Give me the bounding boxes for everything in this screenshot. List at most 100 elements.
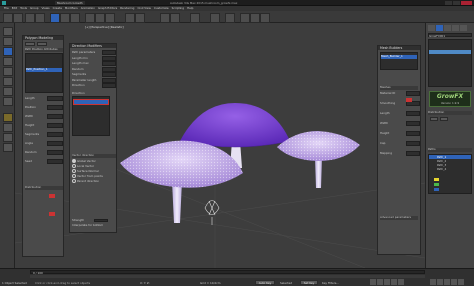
direction-option[interactable]: Global Vector bbox=[72, 159, 116, 163]
minimize-button[interactable] bbox=[445, 1, 452, 5]
create-tool-icon[interactable] bbox=[3, 47, 13, 56]
param-field[interactable] bbox=[47, 114, 63, 119]
param-field[interactable] bbox=[47, 123, 63, 128]
selected-dropdown[interactable]: Selected bbox=[280, 281, 292, 285]
color-swatch-green[interactable] bbox=[434, 183, 439, 186]
param-field[interactable] bbox=[47, 150, 63, 155]
key-filters-button[interactable]: Key Filters... bbox=[322, 281, 339, 285]
strength-field[interactable] bbox=[94, 219, 108, 222]
modifier-param-field[interactable] bbox=[102, 72, 116, 77]
vector-direction-section[interactable]: Vector direction bbox=[72, 154, 116, 158]
param-field[interactable] bbox=[47, 96, 63, 101]
interpolate-checkbox[interactable]: Interpolate for bottom bbox=[72, 224, 116, 228]
mirror-icon[interactable] bbox=[160, 13, 170, 23]
light-tool-icon[interactable] bbox=[3, 113, 13, 122]
radio-icon[interactable] bbox=[72, 159, 76, 163]
section-path-position[interactable]: Path Position Attributes bbox=[25, 48, 63, 52]
track-bar[interactable] bbox=[30, 275, 425, 278]
mesh-param-field[interactable] bbox=[406, 141, 420, 146]
rotate-icon[interactable] bbox=[95, 13, 105, 23]
snap-icon[interactable] bbox=[125, 13, 135, 23]
color-swatch-blue[interactable] bbox=[434, 188, 439, 191]
meshes-section[interactable]: Meshes bbox=[380, 86, 418, 90]
mesh-param-field[interactable] bbox=[406, 91, 420, 96]
create-tab-icon[interactable] bbox=[428, 25, 435, 31]
direction-list[interactable] bbox=[72, 96, 110, 136]
coordinate-readout[interactable]: X: Y: Z: bbox=[140, 281, 150, 285]
left-panel-add-button[interactable] bbox=[25, 42, 35, 46]
object-name-field[interactable]: GrowFX001 bbox=[428, 33, 472, 38]
paths-section[interactable]: Paths bbox=[428, 148, 472, 152]
time-slider[interactable]: 0 / 100 bbox=[30, 270, 425, 275]
unlink-icon[interactable] bbox=[35, 13, 45, 23]
next-frame-icon[interactable] bbox=[391, 279, 397, 285]
param-field[interactable] bbox=[47, 132, 63, 137]
display-tab-icon[interactable] bbox=[460, 25, 467, 31]
modifier-param-field[interactable] bbox=[102, 66, 116, 72]
material-editor-icon[interactable] bbox=[225, 13, 235, 23]
path-list-selected-item[interactable]: Path_Position_1 bbox=[26, 68, 62, 72]
motion-tool-icon[interactable] bbox=[3, 77, 13, 86]
paint-tool-icon[interactable] bbox=[3, 37, 13, 46]
region-select-icon[interactable] bbox=[70, 13, 80, 23]
orbit-icon[interactable] bbox=[451, 279, 457, 285]
mesh-param-field[interactable] bbox=[406, 121, 420, 126]
render-frame-icon[interactable] bbox=[260, 13, 270, 23]
param-field[interactable] bbox=[47, 105, 63, 110]
modifier-param-field[interactable] bbox=[102, 83, 116, 88]
display-tool-icon[interactable] bbox=[3, 87, 13, 96]
curve-editor-icon[interactable] bbox=[210, 13, 220, 23]
radio-icon[interactable] bbox=[72, 164, 76, 168]
motion-tab-icon[interactable] bbox=[452, 25, 459, 31]
modifier-param-field[interactable] bbox=[102, 55, 116, 61]
link-icon[interactable] bbox=[25, 13, 35, 23]
param-field[interactable] bbox=[47, 159, 63, 164]
move-icon[interactable] bbox=[85, 13, 95, 23]
undo-icon[interactable] bbox=[3, 13, 13, 23]
space-warp-icon[interactable] bbox=[3, 143, 13, 152]
mesh-param-field[interactable] bbox=[406, 111, 420, 116]
prev-frame-icon[interactable] bbox=[377, 279, 383, 285]
mesh-param-field[interactable] bbox=[406, 151, 420, 156]
zoom-icon[interactable] bbox=[430, 279, 436, 285]
modifier-param-field[interactable] bbox=[102, 50, 116, 55]
select-icon[interactable] bbox=[50, 13, 60, 23]
select-tool-icon[interactable] bbox=[3, 27, 13, 36]
utilities-tool-icon[interactable] bbox=[3, 97, 13, 106]
camera-tool-icon[interactable] bbox=[3, 123, 13, 132]
paths-list-item[interactable]: Path_4 bbox=[429, 167, 471, 171]
modify-tab-icon[interactable] bbox=[436, 25, 443, 31]
scale-icon[interactable] bbox=[105, 13, 115, 23]
angle-snap-icon[interactable] bbox=[135, 13, 145, 23]
distribution-section[interactable]: Distribution bbox=[428, 111, 472, 115]
distribution-remove-button[interactable] bbox=[440, 117, 448, 121]
go-start-icon[interactable] bbox=[370, 279, 376, 285]
direction-option[interactable]: Surface Normal bbox=[72, 169, 116, 173]
helper-tool-icon[interactable] bbox=[3, 133, 13, 142]
radio-icon[interactable] bbox=[72, 179, 76, 183]
modifier-stack[interactable] bbox=[428, 39, 472, 87]
redo-icon[interactable] bbox=[13, 13, 23, 23]
modify-tool-icon[interactable] bbox=[3, 57, 13, 66]
zoom-all-icon[interactable] bbox=[437, 279, 443, 285]
left-panel-remove-button[interactable] bbox=[37, 42, 47, 46]
perspective-viewport[interactable]: [+] [Perspective] [Realistic] Polygon Mo… bbox=[15, 23, 425, 268]
radio-icon[interactable] bbox=[72, 174, 76, 178]
render-setup-icon[interactable] bbox=[240, 13, 250, 23]
advanced-parameters-section[interactable]: Advanced parameters bbox=[380, 216, 418, 220]
mesh-list[interactable]: Mesh_Builder_1 bbox=[380, 52, 418, 70]
radio-icon[interactable] bbox=[72, 169, 76, 173]
mesh-param-field[interactable] bbox=[406, 131, 420, 136]
maximize-viewport-icon[interactable] bbox=[458, 279, 464, 285]
section-distribution[interactable]: Distribution bbox=[25, 186, 63, 190]
color-swatch-yellow[interactable] bbox=[434, 178, 439, 181]
modifier-param-field[interactable] bbox=[102, 77, 116, 83]
path-list[interactable]: Path_Position_1 bbox=[25, 53, 63, 93]
layer-icon[interactable] bbox=[190, 13, 200, 23]
direction-option[interactable]: Vector from points bbox=[72, 174, 116, 178]
direction-option[interactable]: Parent direction bbox=[72, 179, 116, 183]
select-by-name-icon[interactable] bbox=[60, 13, 70, 23]
play-icon[interactable] bbox=[384, 279, 390, 285]
app-icon[interactable] bbox=[2, 1, 6, 5]
render-icon[interactable] bbox=[250, 13, 260, 23]
